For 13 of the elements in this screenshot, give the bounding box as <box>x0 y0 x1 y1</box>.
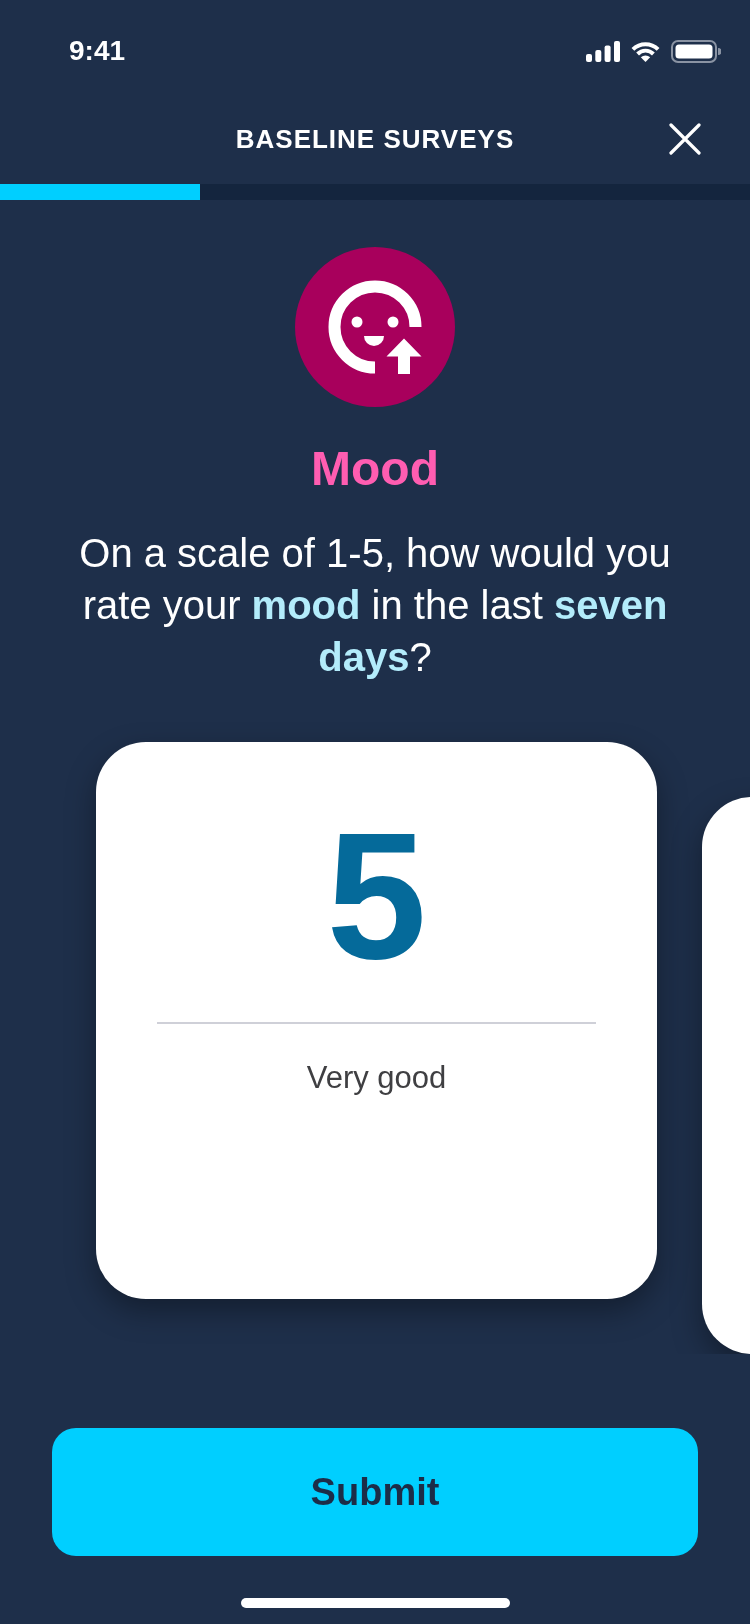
battery-icon <box>671 39 721 63</box>
rating-label: Very good <box>305 1059 448 1097</box>
wifi-icon <box>630 40 661 62</box>
question-text: On a scale of 1-5, how would you rate your mood in the last seven days? <box>78 530 672 681</box>
close-button[interactable] <box>669 123 701 155</box>
submit-button[interactable]: Submit <box>52 1428 698 1556</box>
status-time: 9:41 <box>69 35 126 67</box>
close-icon <box>669 123 701 155</box>
rating-number: 5 <box>325 794 428 986</box>
header-title: BASELINE SURVEYS <box>235 123 515 155</box>
rating-card[interactable]: 5 Very good <box>96 742 657 1299</box>
signal-icon <box>586 40 620 62</box>
category-title: Mood <box>310 441 440 497</box>
